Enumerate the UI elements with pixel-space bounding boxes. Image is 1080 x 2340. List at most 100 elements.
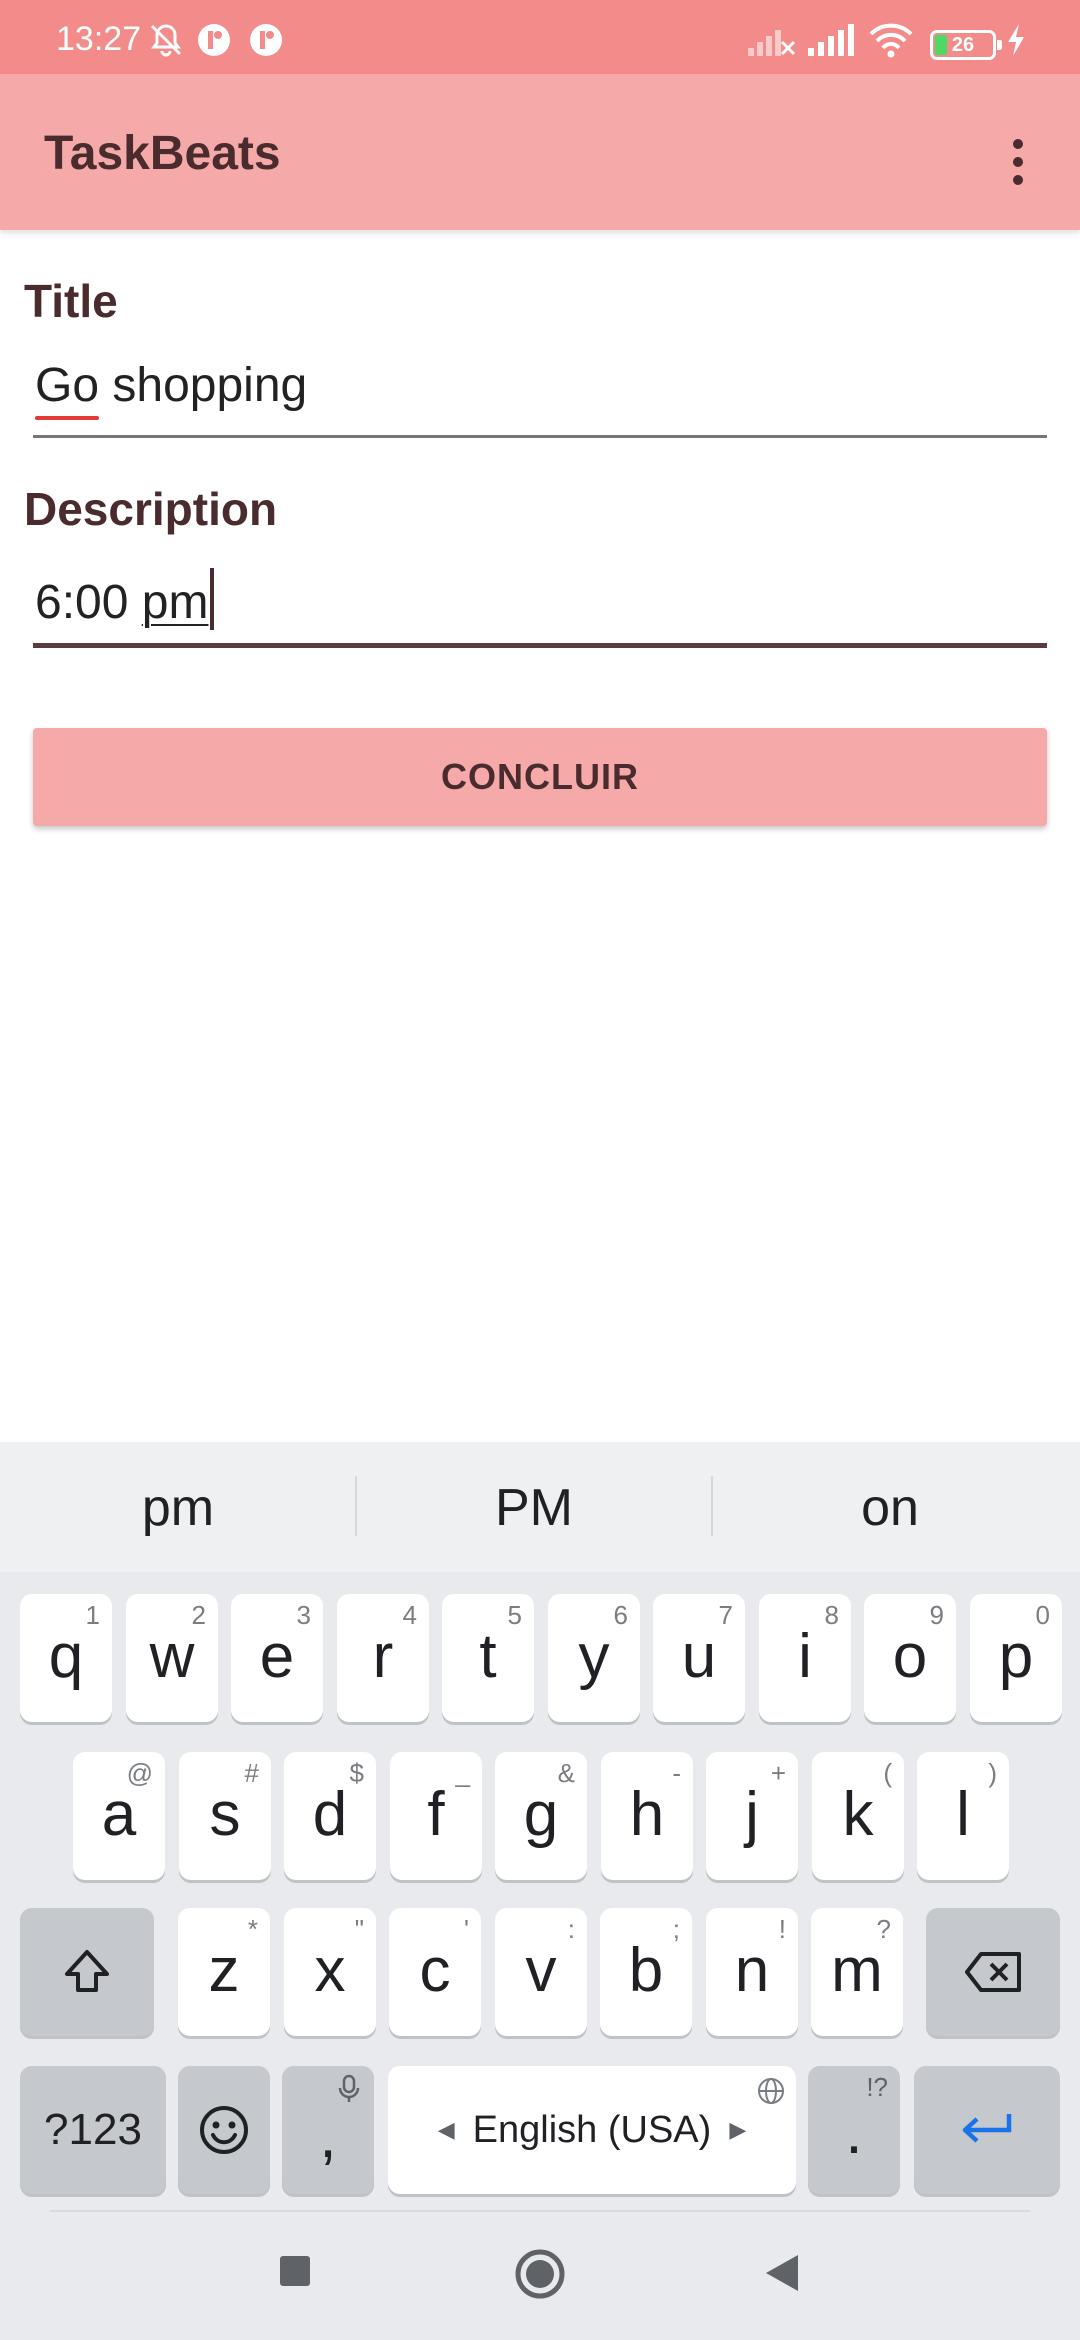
description-input-value: 6:00 [35,576,142,629]
key-label: c [419,1936,451,2005]
description-input[interactable]: 6:00 pm [33,558,1047,648]
misspelled-word: Go [35,359,100,412]
suggestion-2[interactable]: PM [356,1478,712,1538]
key-a[interactable]: @ a [73,1752,165,1880]
title-input-rest: shopping [99,359,308,412]
space-key[interactable]: ◀ English (USA) ▶ [388,2066,796,2194]
notification-app-icon [250,24,282,56]
key-u[interactable]: 7u [653,1594,745,1722]
composing-text: pm [141,576,209,629]
description-input-underline [33,643,1047,648]
status-time: 13:27 [56,20,142,58]
key-w[interactable]: 2w [126,1594,218,1722]
key-s[interactable]: # s [179,1752,271,1880]
shift-key[interactable] [20,1908,154,2036]
language-next-icon: ▶ [729,2117,747,2142]
text-cursor [210,568,215,630]
key-hint: ) [988,1758,997,1788]
key-hint: $ [349,1758,364,1788]
key-hint: & [557,1758,575,1788]
key-k[interactable]: (k [812,1752,904,1880]
key-hint: ; [672,1914,680,1944]
key-v[interactable]: :v [495,1908,587,2036]
key-c[interactable]: ' c [389,1908,481,2036]
key-hint: _ [455,1758,470,1788]
key-label: u [681,1622,717,1691]
period-key[interactable]: !? . [808,2066,900,2194]
key-d[interactable]: $ d [284,1752,376,1880]
key-z[interactable]: * z [178,1908,270,2036]
key-h[interactable]: -h [601,1752,693,1880]
key-label: j [745,1780,759,1849]
key-t[interactable]: 5t [442,1594,534,1722]
emoji-key[interactable] [178,2066,270,2194]
key-hint: " [354,1914,364,1944]
key-j[interactable]: + j [706,1752,798,1880]
description-input-text: 6:00 pm [35,568,215,630]
shift-icon [65,1950,109,1992]
key-y[interactable]: 6y [548,1594,640,1722]
wifi-icon [869,23,913,58]
key-i[interactable]: 8i [759,1594,851,1722]
key-hint: 3 [296,1600,311,1630]
key-hint: - [672,1758,681,1788]
enter-key[interactable] [914,2066,1060,2194]
key-label: m [831,1936,883,2005]
suggestion-1[interactable]: pm [0,1478,356,1538]
key-f[interactable]: _ f [390,1752,482,1880]
emoji-icon [200,2106,248,2154]
key-n[interactable]: ! n [706,1908,798,2036]
battery-level: 26 [951,34,975,56]
key-label: w [149,1622,195,1691]
key-hint: + [770,1758,786,1788]
key-l[interactable]: ) l [917,1752,1009,1880]
key-hint: # [244,1758,259,1788]
title-input[interactable]: Go shopping [33,348,1047,438]
key-m[interactable]: ? m [811,1908,903,2036]
backspace-icon [965,1952,1021,1992]
key-g[interactable]: & g [495,1752,587,1880]
key-label: b [628,1936,664,2005]
keyboard: pm PM on 1 q 2 w 3 e 4 r 5 t 6 y 7 u 8 i 9 o 0 p @ a # s $ d _ f & g -… [0,1442,1080,2340]
notification-app-icon [198,24,230,56]
key-hint: 1 [85,1600,100,1630]
title-label: Title [24,275,118,327]
key-label: g [523,1780,559,1849]
recents-icon[interactable] [278,2254,312,2288]
key-label: z [208,1936,240,2005]
key-q[interactable]: 1q [20,1594,112,1722]
period-key-label: . [845,2098,863,2167]
back-icon[interactable] [762,2252,802,2294]
key-label: d [312,1780,348,1849]
more-vert-icon[interactable] [996,126,1040,198]
key-hint: 8 [824,1600,839,1630]
key-label: h [629,1780,665,1849]
key-label: y [578,1622,610,1691]
key-e[interactable]: 3e [231,1594,323,1722]
comma-key[interactable]: , [282,2066,374,2194]
title-input-text: Go shopping [35,358,307,413]
suggestion-strip: pm PM on [0,1442,1080,1572]
key-x[interactable]: " x [284,1908,376,2036]
key-r[interactable]: 4r [337,1594,429,1722]
home-icon[interactable] [514,2248,566,2300]
signal-off-icon [748,30,796,56]
conclude-button[interactable]: CONCLUIR [33,728,1047,826]
app-bar: TaskBeats [0,74,1080,230]
symbols-key[interactable]: ?123 [20,2066,166,2194]
language-prev-icon: ◀ [437,2117,455,2142]
backspace-key[interactable] [926,1908,1060,2036]
comma-key-label: , [319,2102,337,2171]
bell-off-icon [150,24,182,57]
key-label: n [734,1936,770,2005]
app-title: TaskBeats [44,127,281,180]
suggestion-3[interactable]: on [712,1478,1068,1538]
key-o[interactable]: 9o [864,1594,956,1722]
status-bar: 13:27 26 [0,0,1080,74]
key-hint: 5 [507,1600,522,1630]
key-b[interactable]: ; b [600,1908,692,2036]
key-p[interactable]: 0p [970,1594,1062,1722]
key-label: t [479,1622,497,1691]
signal-icon [808,24,854,56]
key-hint: 4 [402,1600,417,1630]
